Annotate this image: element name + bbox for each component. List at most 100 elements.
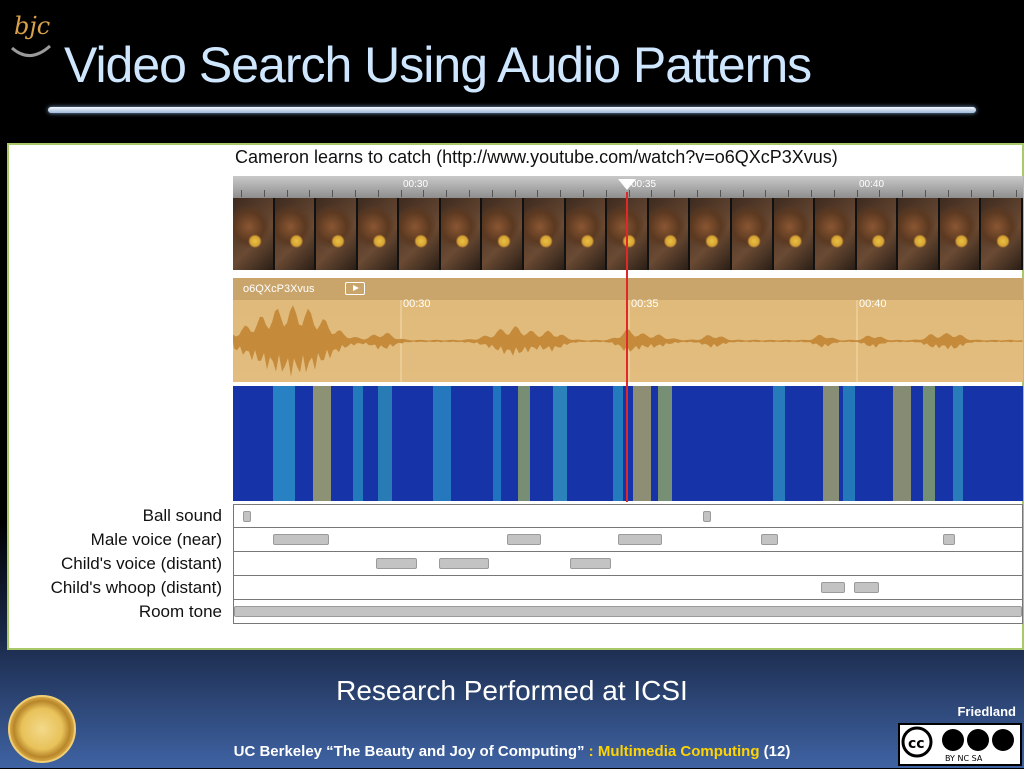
spectrogram-band [773,386,785,501]
timeline-tick [583,190,584,197]
timeline-tick [560,190,562,197]
spectrogram-band [613,386,623,501]
audio-waveform-track: o6QXcP3Xvus 00:30 00:35 00:40 [233,278,1023,382]
slide-footer: UC Berkeley “The Beauty and Joy of Compu… [0,743,1024,760]
annotation-segment[interactable] [943,534,955,545]
video-frame-thumbnail [690,198,732,270]
figure-caption: Cameron learns to catch (http://www.yout… [235,147,838,167]
timeline-tick [925,190,926,197]
annotation-segment[interactable] [273,534,329,545]
annotation-segment[interactable] [617,534,662,545]
spectrogram [233,386,1023,501]
spectrogram-band [553,386,567,501]
annotation-segment[interactable] [438,558,490,569]
timeline-tick [765,190,767,197]
video-frame-thumbnail [898,198,940,270]
timeline-tick [514,190,516,197]
timeline-tick [400,190,402,197]
annotation-row-label: Ball sound [142,506,222,525]
annotation-segment[interactable] [375,558,417,569]
video-frame-thumbnail [524,198,566,270]
footer-separator: : [584,743,598,760]
video-frame-strip [233,198,1023,270]
playhead-line[interactable] [626,192,628,502]
slide-number: (12) [759,743,791,760]
spectrogram-band [273,386,295,501]
annotation-row [233,552,1023,576]
annotation-segment[interactable] [702,511,711,522]
annotation-row [233,576,1023,600]
annotation-segment[interactable] [821,582,845,593]
spectrogram-band [433,386,451,501]
timeline-tick [355,190,356,197]
timeline-tick [879,190,881,197]
timeline-tick [1016,190,1018,197]
timeline-tick [719,190,721,197]
annotation-segment[interactable] [507,534,542,545]
timeline-tick [993,190,995,197]
playhead-marker-icon[interactable] [618,179,636,190]
annotation-segment[interactable] [234,606,1022,617]
timeline-tick [286,190,288,197]
timeline-tick [469,190,470,197]
annotation-row [233,528,1023,552]
timeline-label: 00:40 [859,179,885,190]
annotation-row-label: Child's whoop (distant) [50,578,222,597]
spectrogram-band [658,386,672,501]
author-credit: Friedland [957,704,1016,719]
timeline-tick [423,190,425,197]
timeline-tick [788,190,790,197]
annotation-segment[interactable] [570,558,612,569]
video-frame-thumbnail [939,198,982,270]
video-frame-thumbnail [773,198,816,270]
spectrogram-band [493,386,501,501]
video-frame-thumbnail [357,198,400,270]
timeline-tick [651,190,653,197]
annotation-segment[interactable] [854,582,879,593]
video-frame-thumbnail [482,198,525,270]
slide-title: Video Search Using Audio Patterns [64,37,812,93]
timeline-tick [377,190,379,197]
timeline-tick [332,190,334,197]
timeline-tick [970,190,972,197]
video-frame-thumbnail [981,198,1023,270]
timeline-tick [537,190,539,197]
video-frame-thumbnail [815,198,857,270]
video-frame-thumbnail [856,198,899,270]
annotation-row-label: Male voice (near) [90,530,222,549]
video-frame-thumbnail [565,198,608,270]
timeline-tick [947,190,949,197]
timeline-tick [856,190,858,197]
timeline-tick [902,190,904,197]
logo-text: bjc [14,12,50,40]
spectrogram-band [518,386,530,501]
spectrogram-band [313,386,331,501]
spectrogram-band [823,386,839,501]
spectrogram-band [893,386,911,501]
spectrogram-band [378,386,392,501]
video-frame-thumbnail [233,198,275,270]
title-divider [48,107,976,113]
timeline-tick [628,190,630,197]
timeline-tick [309,190,311,197]
video-frame-thumbnail [399,198,441,270]
timeline-tick [697,190,698,197]
video-frame-thumbnail [440,198,483,270]
video-frame-thumbnail [316,198,358,270]
spectrogram-band [633,386,651,501]
annotation-segment[interactable] [243,511,252,522]
timeline-tick [446,190,448,197]
timeline-tick [491,190,493,197]
annotation-segment[interactable] [761,534,778,545]
timeline-tick [241,190,242,197]
video-frame-thumbnail [648,198,691,270]
spectrogram-band [353,386,363,501]
lecture-topic: Multimedia Computing [597,743,760,760]
annotation-row-label: Child's voice (distant) [60,554,222,573]
timeline-tick [811,190,812,197]
video-frame-thumbnail [731,198,774,270]
spectrogram-band [843,386,855,501]
annotation-tracks [233,504,1023,624]
timeline-tick [674,190,676,197]
annotation-row [233,600,1023,624]
